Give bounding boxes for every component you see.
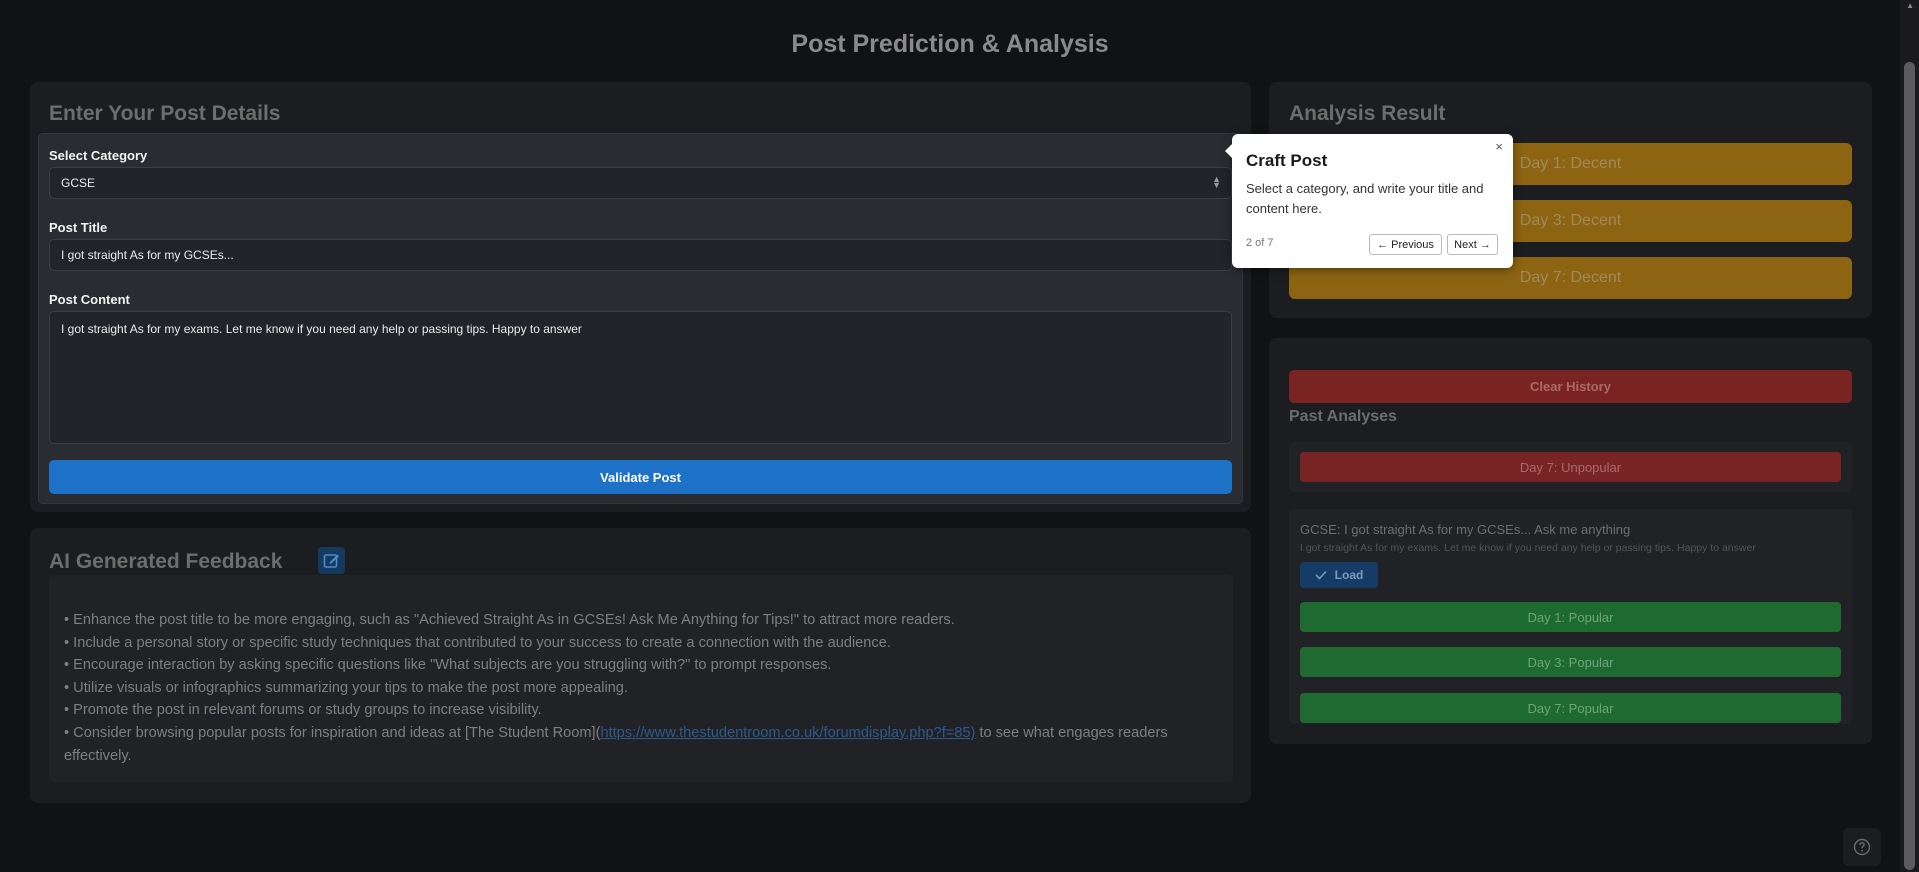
post-content-value: I got straight As for my exams. Let me k… [61,322,582,336]
feedback-item-text: • Consider browsing popular posts for in… [64,724,601,741]
edit-icon [323,554,339,568]
feedback-item: • Encourage interaction by asking specif… [64,657,832,674]
feedback-content: • Enhance the post title to be more enga… [49,575,1233,782]
feedback-item: • Utilize visuals or infographics summar… [64,679,628,696]
category-select[interactable]: GCSE ▲ ▼ [49,167,1232,199]
help-button[interactable] [1843,828,1881,866]
tour-description: Select a category, and write your title … [1246,181,1484,216]
check-icon [1315,570,1327,580]
scroll-up-icon[interactable]: ▲ [1906,1,1914,10]
feedback-item: • Enhance the post title to be more enga… [64,612,955,628]
load-label: Load [1334,568,1364,582]
post-form: Select Category GCSE ▲ ▼ Post Title I got… [39,134,1242,503]
close-icon[interactable]: × [1495,139,1503,154]
help-icon [1853,838,1871,856]
feedback-item: • Consider browsing popular posts for in… [64,722,1218,767]
post-title-input[interactable]: I got straight As for my GCSEs... [49,239,1232,271]
history-result: Day 7: Popular [1300,693,1841,723]
post-content-label: Post Content [49,292,130,307]
clear-history-button[interactable]: Clear History [1289,370,1852,403]
post-content-textarea[interactable]: I got straight As for my exams. Let me k… [49,311,1232,444]
category-label: Select Category [49,148,148,163]
tour-title: Craft Post [1246,151,1328,170]
tour-next-button[interactable]: Next → [1447,234,1498,255]
history-result: Day 1: Popular [1300,602,1841,632]
scrollbar-thumb[interactable] [1904,62,1915,870]
student-room-link[interactable]: https://www.thestudentroom.co.uk/forumdi… [600,725,975,741]
history-entry-title: GCSE: I got straight As for my GCSEs... … [1300,522,1631,537]
ai-feedback-heading: AI Generated Feedback [49,550,283,573]
post-title-label: Post Title [49,220,108,235]
feedback-item: • Include a personal story or specific s… [64,634,891,651]
select-caret-icon: ▲ ▼ [1212,174,1221,190]
history-entry: Day 7: Unpopular [1289,442,1852,492]
page-title: Post Prediction & Analysis [791,30,1109,58]
tour-previous-button[interactable]: ← Previous [1369,234,1442,255]
analysis-result-heading: Analysis Result [1289,102,1446,125]
ai-feedback-panel: AI Generated Feedback • Enhance the post… [30,528,1251,803]
tour-progress: 2 of 7 [1246,237,1274,249]
category-select-value: GCSE [61,176,96,190]
validate-post-button[interactable]: Validate Post [49,460,1232,494]
history-result: Day 7: Unpopular [1300,452,1841,482]
edit-feedback-button[interactable] [318,547,345,574]
history-panel: Clear History Past Analyses Day 7: Unpop… [1269,338,1872,744]
history-entry: GCSE: I got straight As for my GCSEs... … [1289,509,1852,724]
history-result: Day 3: Popular [1300,647,1841,677]
past-analyses-heading: Past Analyses [1289,408,1397,425]
post-title-value: I got straight As for my GCSEs... [61,248,234,262]
tour-popover: × Craft Post Select a category, and writ… [1225,134,1513,268]
scrollbar[interactable]: ▲ [1900,0,1919,872]
post-details-heading: Enter Your Post Details [49,102,281,125]
history-entry-content: I got straight As for my exams. Let me k… [1300,542,1756,554]
feedback-item: • Promote the post in relevant forums or… [64,702,542,719]
popover-arrow [1225,144,1232,158]
load-button[interactable]: Load [1300,562,1378,588]
